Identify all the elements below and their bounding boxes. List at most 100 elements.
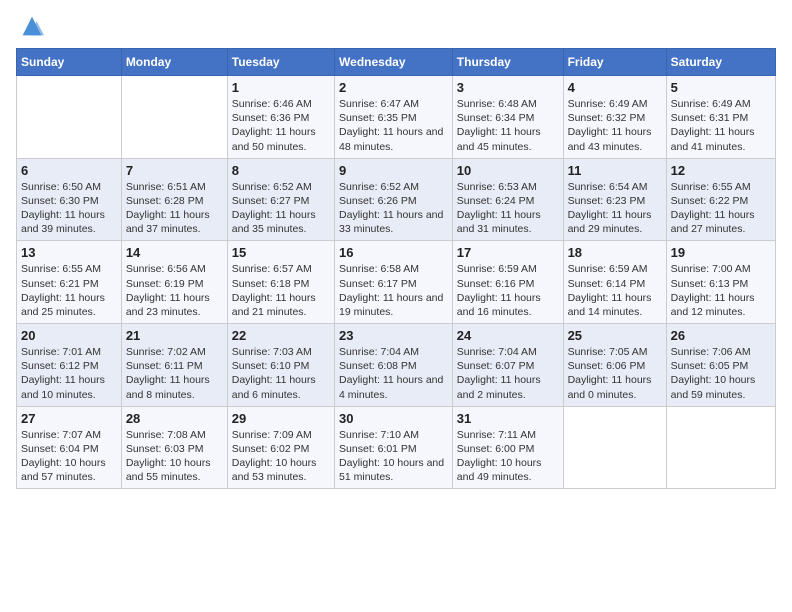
header-cell-monday: Monday [121, 49, 227, 76]
day-info: Sunrise: 7:07 AMSunset: 6:04 PMDaylight:… [21, 428, 117, 485]
day-cell [17, 76, 122, 159]
day-number: 17 [457, 245, 559, 260]
day-number: 13 [21, 245, 117, 260]
day-cell: 11 Sunrise: 6:54 AMSunset: 6:23 PMDayligh… [563, 158, 666, 241]
day-cell: 28 Sunrise: 7:08 AMSunset: 6:03 PMDayligh… [121, 406, 227, 489]
day-info: Sunrise: 6:52 AMSunset: 6:26 PMDaylight:… [339, 180, 448, 237]
day-info: Sunrise: 6:52 AMSunset: 6:27 PMDaylight:… [232, 180, 330, 237]
day-info: Sunrise: 7:00 AMSunset: 6:13 PMDaylight:… [671, 262, 771, 319]
day-cell: 26 Sunrise: 7:06 AMSunset: 6:05 PMDayligh… [666, 324, 775, 407]
day-cell: 19 Sunrise: 7:00 AMSunset: 6:13 PMDayligh… [666, 241, 775, 324]
week-row-2: 6 Sunrise: 6:50 AMSunset: 6:30 PMDaylight… [17, 158, 776, 241]
day-info: Sunrise: 6:57 AMSunset: 6:18 PMDaylight:… [232, 262, 330, 319]
calendar-body: 1 Sunrise: 6:46 AMSunset: 6:36 PMDaylight… [17, 76, 776, 489]
day-info: Sunrise: 7:04 AMSunset: 6:08 PMDaylight:… [339, 345, 448, 402]
day-info: Sunrise: 6:47 AMSunset: 6:35 PMDaylight:… [339, 97, 448, 154]
header-cell-tuesday: Tuesday [227, 49, 334, 76]
day-cell: 21 Sunrise: 7:02 AMSunset: 6:11 PMDayligh… [121, 324, 227, 407]
day-number: 12 [671, 163, 771, 178]
day-info: Sunrise: 6:55 AMSunset: 6:21 PMDaylight:… [21, 262, 117, 319]
day-cell: 15 Sunrise: 6:57 AMSunset: 6:18 PMDayligh… [227, 241, 334, 324]
day-info: Sunrise: 6:50 AMSunset: 6:30 PMDaylight:… [21, 180, 117, 237]
week-row-3: 13 Sunrise: 6:55 AMSunset: 6:21 PMDayligh… [17, 241, 776, 324]
week-row-5: 27 Sunrise: 7:07 AMSunset: 6:04 PMDayligh… [17, 406, 776, 489]
day-number: 22 [232, 328, 330, 343]
day-number: 29 [232, 411, 330, 426]
calendar-table: SundayMondayTuesdayWednesdayThursdayFrid… [16, 48, 776, 489]
day-info: Sunrise: 7:08 AMSunset: 6:03 PMDaylight:… [126, 428, 223, 485]
day-info: Sunrise: 7:01 AMSunset: 6:12 PMDaylight:… [21, 345, 117, 402]
day-cell: 1 Sunrise: 6:46 AMSunset: 6:36 PMDaylight… [227, 76, 334, 159]
day-number: 5 [671, 80, 771, 95]
day-number: 18 [568, 245, 662, 260]
header-cell-saturday: Saturday [666, 49, 775, 76]
day-number: 9 [339, 163, 448, 178]
day-number: 27 [21, 411, 117, 426]
day-number: 23 [339, 328, 448, 343]
header-cell-sunday: Sunday [17, 49, 122, 76]
day-info: Sunrise: 6:53 AMSunset: 6:24 PMDaylight:… [457, 180, 559, 237]
day-info: Sunrise: 7:09 AMSunset: 6:02 PMDaylight:… [232, 428, 330, 485]
week-row-4: 20 Sunrise: 7:01 AMSunset: 6:12 PMDayligh… [17, 324, 776, 407]
day-info: Sunrise: 7:03 AMSunset: 6:10 PMDaylight:… [232, 345, 330, 402]
day-number: 1 [232, 80, 330, 95]
day-number: 15 [232, 245, 330, 260]
day-cell: 4 Sunrise: 6:49 AMSunset: 6:32 PMDaylight… [563, 76, 666, 159]
day-cell: 10 Sunrise: 6:53 AMSunset: 6:24 PMDayligh… [452, 158, 563, 241]
day-number: 28 [126, 411, 223, 426]
day-number: 6 [21, 163, 117, 178]
day-number: 21 [126, 328, 223, 343]
day-cell: 2 Sunrise: 6:47 AMSunset: 6:35 PMDaylight… [335, 76, 453, 159]
day-number: 30 [339, 411, 448, 426]
day-number: 16 [339, 245, 448, 260]
day-number: 31 [457, 411, 559, 426]
day-cell: 23 Sunrise: 7:04 AMSunset: 6:08 PMDayligh… [335, 324, 453, 407]
day-info: Sunrise: 6:49 AMSunset: 6:32 PMDaylight:… [568, 97, 662, 154]
day-number: 24 [457, 328, 559, 343]
day-number: 19 [671, 245, 771, 260]
logo [16, 16, 46, 40]
calendar-header: SundayMondayTuesdayWednesdayThursdayFrid… [17, 49, 776, 76]
day-info: Sunrise: 6:48 AMSunset: 6:34 PMDaylight:… [457, 97, 559, 154]
day-cell: 3Sunrise: 6:48 AMSunset: 6:34 PMDaylight… [452, 76, 563, 159]
day-cell: 17 Sunrise: 6:59 AMSunset: 6:16 PMDayligh… [452, 241, 563, 324]
day-info: Sunrise: 6:54 AMSunset: 6:23 PMDaylight:… [568, 180, 662, 237]
day-number: 10 [457, 163, 559, 178]
day-cell: 30 Sunrise: 7:10 AMSunset: 6:01 PMDayligh… [335, 406, 453, 489]
day-info: Sunrise: 7:06 AMSunset: 6:05 PMDaylight:… [671, 345, 771, 402]
header-cell-wednesday: Wednesday [335, 49, 453, 76]
day-cell: 5Sunrise: 6:49 AMSunset: 6:31 PMDaylight… [666, 76, 775, 159]
day-number: 20 [21, 328, 117, 343]
day-info: Sunrise: 6:59 AMSunset: 6:16 PMDaylight:… [457, 262, 559, 319]
header-row: SundayMondayTuesdayWednesdayThursdayFrid… [17, 49, 776, 76]
day-cell: 20 Sunrise: 7:01 AMSunset: 6:12 PMDayligh… [17, 324, 122, 407]
day-number: 14 [126, 245, 223, 260]
day-info: Sunrise: 7:05 AMSunset: 6:06 PMDaylight:… [568, 345, 662, 402]
day-info: Sunrise: 7:02 AMSunset: 6:11 PMDaylight:… [126, 345, 223, 402]
day-number: 25 [568, 328, 662, 343]
day-info: Sunrise: 7:10 AMSunset: 6:01 PMDaylight:… [339, 428, 448, 485]
day-cell: 13 Sunrise: 6:55 AMSunset: 6:21 PMDayligh… [17, 241, 122, 324]
day-cell: 22 Sunrise: 7:03 AMSunset: 6:10 PMDayligh… [227, 324, 334, 407]
day-info: Sunrise: 6:58 AMSunset: 6:17 PMDaylight:… [339, 262, 448, 319]
day-info: Sunrise: 6:56 AMSunset: 6:19 PMDaylight:… [126, 262, 223, 319]
day-number: 11 [568, 163, 662, 178]
day-number: 4 [568, 80, 662, 95]
day-cell: 7Sunrise: 6:51 AMSunset: 6:28 PMDaylight… [121, 158, 227, 241]
logo-icon [18, 12, 46, 40]
day-info: Sunrise: 6:46 AMSunset: 6:36 PMDaylight:… [232, 97, 330, 154]
page-header [16, 16, 776, 40]
day-cell: 6 Sunrise: 6:50 AMSunset: 6:30 PMDaylight… [17, 158, 122, 241]
day-number: 26 [671, 328, 771, 343]
day-info: Sunrise: 7:11 AMSunset: 6:00 PMDaylight:… [457, 428, 559, 485]
day-cell: 12 Sunrise: 6:55 AMSunset: 6:22 PMDayligh… [666, 158, 775, 241]
day-cell [563, 406, 666, 489]
day-number: 2 [339, 80, 448, 95]
day-cell: 24Sunrise: 7:04 AMSunset: 6:07 PMDayligh… [452, 324, 563, 407]
day-info: Sunrise: 6:51 AMSunset: 6:28 PMDaylight:… [126, 180, 223, 237]
day-cell: 18Sunrise: 6:59 AMSunset: 6:14 PMDayligh… [563, 241, 666, 324]
day-cell [121, 76, 227, 159]
day-cell: 14 Sunrise: 6:56 AMSunset: 6:19 PMDayligh… [121, 241, 227, 324]
header-cell-friday: Friday [563, 49, 666, 76]
day-info: Sunrise: 6:55 AMSunset: 6:22 PMDaylight:… [671, 180, 771, 237]
